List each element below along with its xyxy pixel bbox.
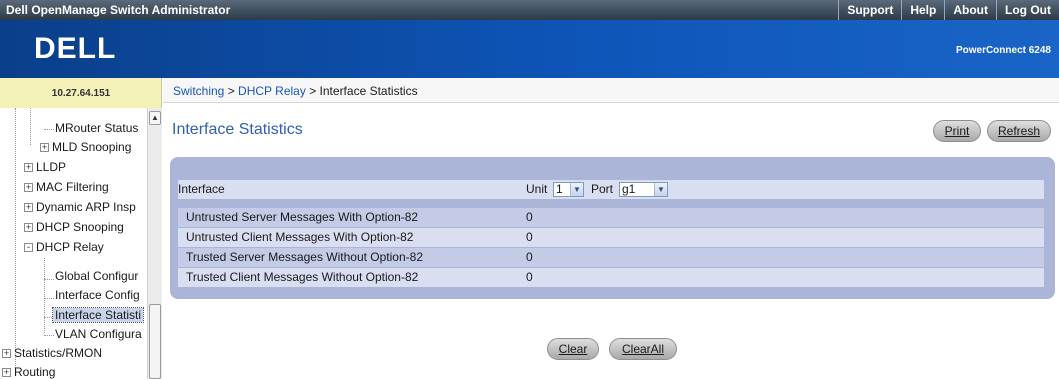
expand-icon[interactable]: +: [24, 183, 33, 193]
sidebar-item-label: DHCP Snooping: [36, 220, 124, 234]
expand-icon[interactable]: +: [24, 203, 33, 213]
sidebar-item-mac-filtering[interactable]: + MAC Filtering: [24, 178, 109, 197]
sidebar-item-interface-statistics[interactable]: Interface Statisti: [51, 306, 145, 325]
expand-icon[interactable]: +: [40, 143, 49, 153]
stat-value: 0: [526, 210, 533, 224]
unit-label: Unit: [526, 182, 548, 196]
support-link[interactable]: Support: [838, 0, 901, 20]
tree-connector: [44, 335, 54, 336]
product-name: PowerConnect 6248: [955, 45, 1051, 56]
logout-link[interactable]: Log Out: [996, 0, 1059, 20]
port-label: Port: [591, 182, 614, 196]
breadcrumb-bar: Switching > DHCP Relay > Interface Stati…: [163, 78, 1059, 103]
breadcrumb-dhcp-relay[interactable]: DHCP Relay: [238, 84, 306, 98]
interface-label: Interface: [178, 182, 225, 196]
expand-icon[interactable]: +: [2, 368, 11, 378]
nav-tree: MRouter Status + MLD Snooping + LLDP + MAC …: [0, 108, 162, 379]
scroll-thumb[interactable]: [149, 304, 161, 379]
sidebar-item-interface-configuration[interactable]: Interface Config: [55, 286, 140, 305]
unit-select-value: 1: [556, 182, 563, 196]
sidebar-item-label: Interface Config: [55, 288, 140, 302]
stat-label: Untrusted Server Messages With Option-82: [186, 210, 419, 224]
breadcrumb-current: Interface Statistics: [319, 84, 418, 98]
chevron-down-icon[interactable]: ▼: [570, 183, 583, 196]
stat-label: Trusted Client Messages Without Option-8…: [186, 270, 419, 284]
sidebar-item-dhcp-snooping[interactable]: + DHCP Snooping: [24, 218, 124, 237]
table-row: Untrusted Client Messages With Option-82…: [178, 228, 1044, 247]
device-ip: 10.27.64.151: [51, 88, 111, 99]
table-row: Untrusted Server Messages With Option-82…: [178, 208, 1044, 227]
stats-table: Interface Unit 1 ▼ Port g1 ▼ Untrusted S…: [178, 180, 1044, 292]
chevron-down-icon[interactable]: ▼: [654, 183, 667, 196]
tree-connector: [15, 108, 16, 370]
device-ip-box: 10.27.64.151: [0, 78, 162, 108]
clear-button[interactable]: Clear: [547, 338, 599, 360]
tree-connector: [44, 298, 54, 299]
print-button[interactable]: Print: [933, 120, 981, 142]
sidebar-item-vlan-configuration[interactable]: VLAN Configura: [55, 325, 142, 344]
banner: DELL PowerConnect 6248: [0, 20, 1059, 78]
about-link[interactable]: About: [944, 0, 996, 20]
tree-connector: [44, 129, 54, 130]
help-link[interactable]: Help: [901, 0, 944, 20]
table-row: Trusted Client Messages Without Option-8…: [178, 268, 1044, 287]
dell-logo-text: DELL: [34, 32, 116, 65]
port-select[interactable]: g1 ▼: [619, 182, 668, 197]
sidebar-item-statistics-rmon[interactable]: + Statistics/RMON: [2, 344, 102, 363]
sidebar-item-mrouter-status[interactable]: MRouter Status: [55, 119, 138, 138]
breadcrumb-switching[interactable]: Switching: [173, 84, 224, 98]
sidebar-item-routing[interactable]: + Routing: [2, 363, 55, 379]
breadcrumb-separator: >: [224, 84, 239, 98]
sidebar-item-mld-snooping[interactable]: + MLD Snooping: [40, 138, 131, 157]
stat-label: Trusted Server Messages Without Option-8…: [186, 250, 423, 264]
sidebar-scrollbar[interactable]: ▲: [147, 108, 162, 379]
scroll-up-arrow-icon[interactable]: ▲: [149, 111, 161, 125]
page-title: Interface Statistics: [172, 121, 303, 138]
sidebar-item-label: Interface Statisti: [51, 307, 145, 323]
top-links: Support Help About Log Out: [838, 0, 1059, 20]
sidebar-item-global-configuration[interactable]: Global Configur: [55, 267, 138, 286]
sidebar-item-label: MAC Filtering: [36, 180, 109, 194]
sidebar-item-label: Routing: [14, 365, 56, 379]
sidebar-item-dhcp-relay[interactable]: - DHCP Relay: [24, 238, 104, 257]
app-title: Dell OpenManage Switch Administrator: [6, 3, 231, 17]
sidebar-item-label: Statistics/RMON: [14, 346, 103, 360]
sidebar-item-label: VLAN Configura: [55, 327, 142, 341]
stat-value: 0: [526, 270, 533, 284]
refresh-button[interactable]: Refresh: [987, 120, 1051, 142]
clear-all-button[interactable]: ClearAll: [609, 338, 677, 360]
expand-icon[interactable]: +: [2, 349, 11, 359]
port-select-value: g1: [622, 182, 636, 196]
stat-value: 0: [526, 230, 533, 244]
dell-logo: DELL: [34, 32, 116, 65]
table-row: Trusted Server Messages Without Option-8…: [178, 248, 1044, 267]
breadcrumb: Switching > DHCP Relay > Interface Stati…: [173, 84, 418, 98]
sidebar-item-lldp[interactable]: + LLDP: [24, 158, 66, 177]
tree-connector: [44, 258, 45, 333]
sidebar-item-label: Global Configur: [55, 269, 139, 283]
unit-select[interactable]: 1 ▼: [553, 182, 584, 197]
sidebar-item-label: LLDP: [36, 160, 67, 174]
sidebar-item-dynamic-arp-inspection[interactable]: + Dynamic ARP Insp: [24, 198, 136, 217]
interface-selector-row: Interface Unit 1 ▼ Port g1 ▼: [178, 180, 1044, 199]
expand-icon[interactable]: +: [24, 223, 33, 233]
breadcrumb-separator: >: [305, 84, 320, 98]
expand-icon[interactable]: +: [24, 163, 33, 173]
sidebar-item-label: MLD Snooping: [52, 140, 132, 154]
sidebar-item-label: Dynamic ARP Insp: [36, 200, 136, 214]
sidebar-item-label: DHCP Relay: [36, 240, 104, 254]
collapse-icon[interactable]: -: [24, 243, 33, 253]
stat-label: Untrusted Client Messages With Option-82: [186, 230, 414, 244]
tree-connector: [30, 108, 31, 145]
sidebar-item-label: MRouter Status: [55, 121, 139, 135]
tree-connector: [44, 279, 54, 280]
top-bar: Dell OpenManage Switch Administrator Sup…: [0, 0, 1059, 20]
stat-value: 0: [526, 250, 533, 264]
